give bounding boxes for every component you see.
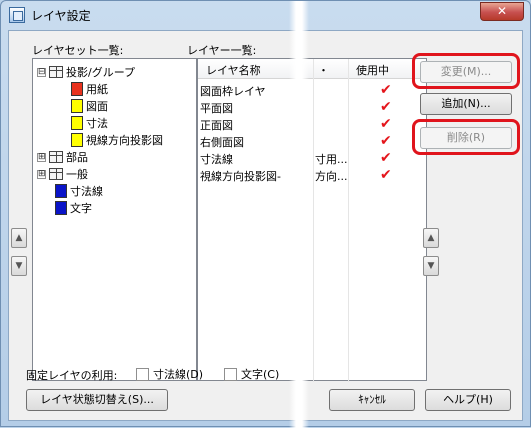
title-bar: レイヤ設定 ✕ bbox=[1, 1, 530, 29]
layer-list-label: レイヤー一覧: bbox=[187, 44, 257, 57]
dim-line-checkbox-label: 寸法線(D) bbox=[153, 368, 204, 381]
in-use-check-icon[interactable]: ✔ bbox=[380, 151, 392, 165]
text-checkbox-label: 文字(C) bbox=[241, 368, 280, 381]
tree-item-general[interactable]: ⊞ 一般 bbox=[37, 166, 88, 182]
switch-state-button[interactable]: レイヤ状態切替え(S)... bbox=[26, 389, 168, 411]
layer-row[interactable]: 平面図 ✔ bbox=[198, 99, 426, 115]
expand-icon[interactable]: ⊞ bbox=[37, 169, 46, 179]
layer-mid: 方向... bbox=[315, 170, 347, 183]
tree-item-label: 一般 bbox=[66, 168, 88, 181]
move-down-button[interactable]: ▼ bbox=[11, 256, 27, 276]
tree-item-dimension[interactable]: 寸法 bbox=[71, 115, 108, 131]
in-use-check-icon[interactable]: ✔ bbox=[380, 83, 392, 97]
tree-item-drawing[interactable]: 図面 bbox=[71, 98, 108, 114]
tree-item-label: 投影/グループ bbox=[66, 66, 136, 79]
in-use-check-icon[interactable]: ✔ bbox=[380, 168, 392, 182]
layer-color-swatch bbox=[71, 116, 83, 130]
group-icon bbox=[49, 168, 63, 180]
close-button[interactable]: ✕ bbox=[480, 2, 524, 21]
layer-color-swatch bbox=[55, 184, 67, 198]
layer-color-swatch bbox=[71, 133, 83, 147]
layer-row[interactable]: 右側面図 ✔ bbox=[198, 133, 426, 149]
help-button[interactable]: ヘルプ(H) bbox=[425, 389, 511, 411]
layer-mid: 寸用... bbox=[315, 153, 347, 166]
layerset-tree[interactable]: ⊟ 投影/グループ 用紙 図面 寸法 視線方向投影図 ⊞ 部品 ⊞ 一般 寸法線… bbox=[32, 58, 197, 381]
cancel-button[interactable]: ｷｬﾝｾﾙ bbox=[329, 389, 415, 411]
tree-item-label: 寸法 bbox=[86, 117, 108, 130]
dim-line-checkbox[interactable]: 寸法線(D) bbox=[136, 366, 203, 382]
delete-button[interactable]: 削除(R) bbox=[420, 127, 512, 149]
column-header-mid[interactable]: ・ bbox=[318, 62, 329, 78]
in-use-check-icon[interactable]: ✔ bbox=[380, 134, 392, 148]
dialog-body: レイヤセット一覧: レイヤー一覧: ⊟ 投影/グループ 用紙 図面 寸法 視線方… bbox=[8, 30, 523, 421]
group-icon bbox=[49, 151, 63, 163]
layer-color-swatch bbox=[55, 201, 67, 215]
layer-row[interactable]: 視線方向投影図- 方向... ✔ bbox=[198, 167, 426, 183]
tree-item-text[interactable]: 文字 bbox=[55, 200, 92, 216]
column-header-in-use[interactable]: 使用中 bbox=[356, 62, 389, 78]
tree-item-dim-line[interactable]: 寸法線 bbox=[55, 183, 103, 199]
tree-item-label: 寸法線 bbox=[70, 185, 103, 198]
collapse-icon[interactable]: ⊟ bbox=[37, 67, 46, 77]
fixed-layer-label: 固定レイヤの利用: bbox=[26, 369, 118, 382]
layer-move-up-button[interactable]: ▲ bbox=[423, 228, 439, 248]
layer-row[interactable]: 寸法線 寸用... ✔ bbox=[198, 150, 426, 166]
add-button[interactable]: 追加(N)... bbox=[420, 93, 512, 115]
layer-list[interactable]: レイヤ名称 ・ 使用中 図面枠レイヤ ✔ 平面図 ✔ 正面図 ✔ 右側面図 ✔ … bbox=[197, 58, 427, 382]
layer-row[interactable]: 図面枠レイヤ ✔ bbox=[198, 82, 426, 98]
text-checkbox[interactable]: 文字(C) bbox=[224, 366, 279, 382]
layer-color-swatch bbox=[71, 82, 83, 96]
column-header-name[interactable]: レイヤ名称 bbox=[206, 62, 261, 78]
tree-item-view-projection[interactable]: 視線方向投影図 bbox=[71, 132, 163, 148]
tree-item-paper[interactable]: 用紙 bbox=[71, 81, 108, 97]
layer-color-swatch bbox=[71, 99, 83, 113]
layer-list-header: レイヤ名称 ・ 使用中 bbox=[198, 59, 426, 79]
checkbox-box[interactable] bbox=[136, 367, 149, 381]
tree-item-label: 用紙 bbox=[86, 83, 108, 96]
tree-item-label: 文字 bbox=[70, 202, 92, 215]
layer-settings-dialog: レイヤ設定 ✕ レイヤセット一覧: レイヤー一覧: ⊟ 投影/グループ 用紙 図… bbox=[0, 0, 531, 428]
tree-item-label: 部品 bbox=[66, 151, 88, 164]
layer-move-down-button[interactable]: ▼ bbox=[423, 256, 439, 276]
change-button[interactable]: 変更(M)... bbox=[420, 61, 512, 83]
layer-row[interactable]: 正面図 ✔ bbox=[198, 116, 426, 132]
in-use-check-icon[interactable]: ✔ bbox=[380, 117, 392, 131]
tree-item-parts[interactable]: ⊞ 部品 bbox=[37, 149, 88, 165]
tree-item-label: 図面 bbox=[86, 100, 108, 113]
window-title: レイヤ設定 bbox=[31, 9, 91, 23]
layerset-list-label: レイヤセット一覧: bbox=[32, 44, 124, 57]
tree-item-label: 視線方向投影図 bbox=[86, 134, 163, 147]
tree-item-projection-group[interactable]: ⊟ 投影/グループ bbox=[37, 64, 135, 80]
app-icon bbox=[9, 7, 25, 23]
group-icon bbox=[49, 66, 63, 78]
checkbox-box[interactable] bbox=[224, 367, 237, 381]
expand-icon[interactable]: ⊞ bbox=[37, 152, 46, 162]
in-use-check-icon[interactable]: ✔ bbox=[380, 100, 392, 114]
move-up-button[interactable]: ▲ bbox=[11, 228, 27, 248]
screenshot-splice-divider bbox=[289, 1, 309, 428]
